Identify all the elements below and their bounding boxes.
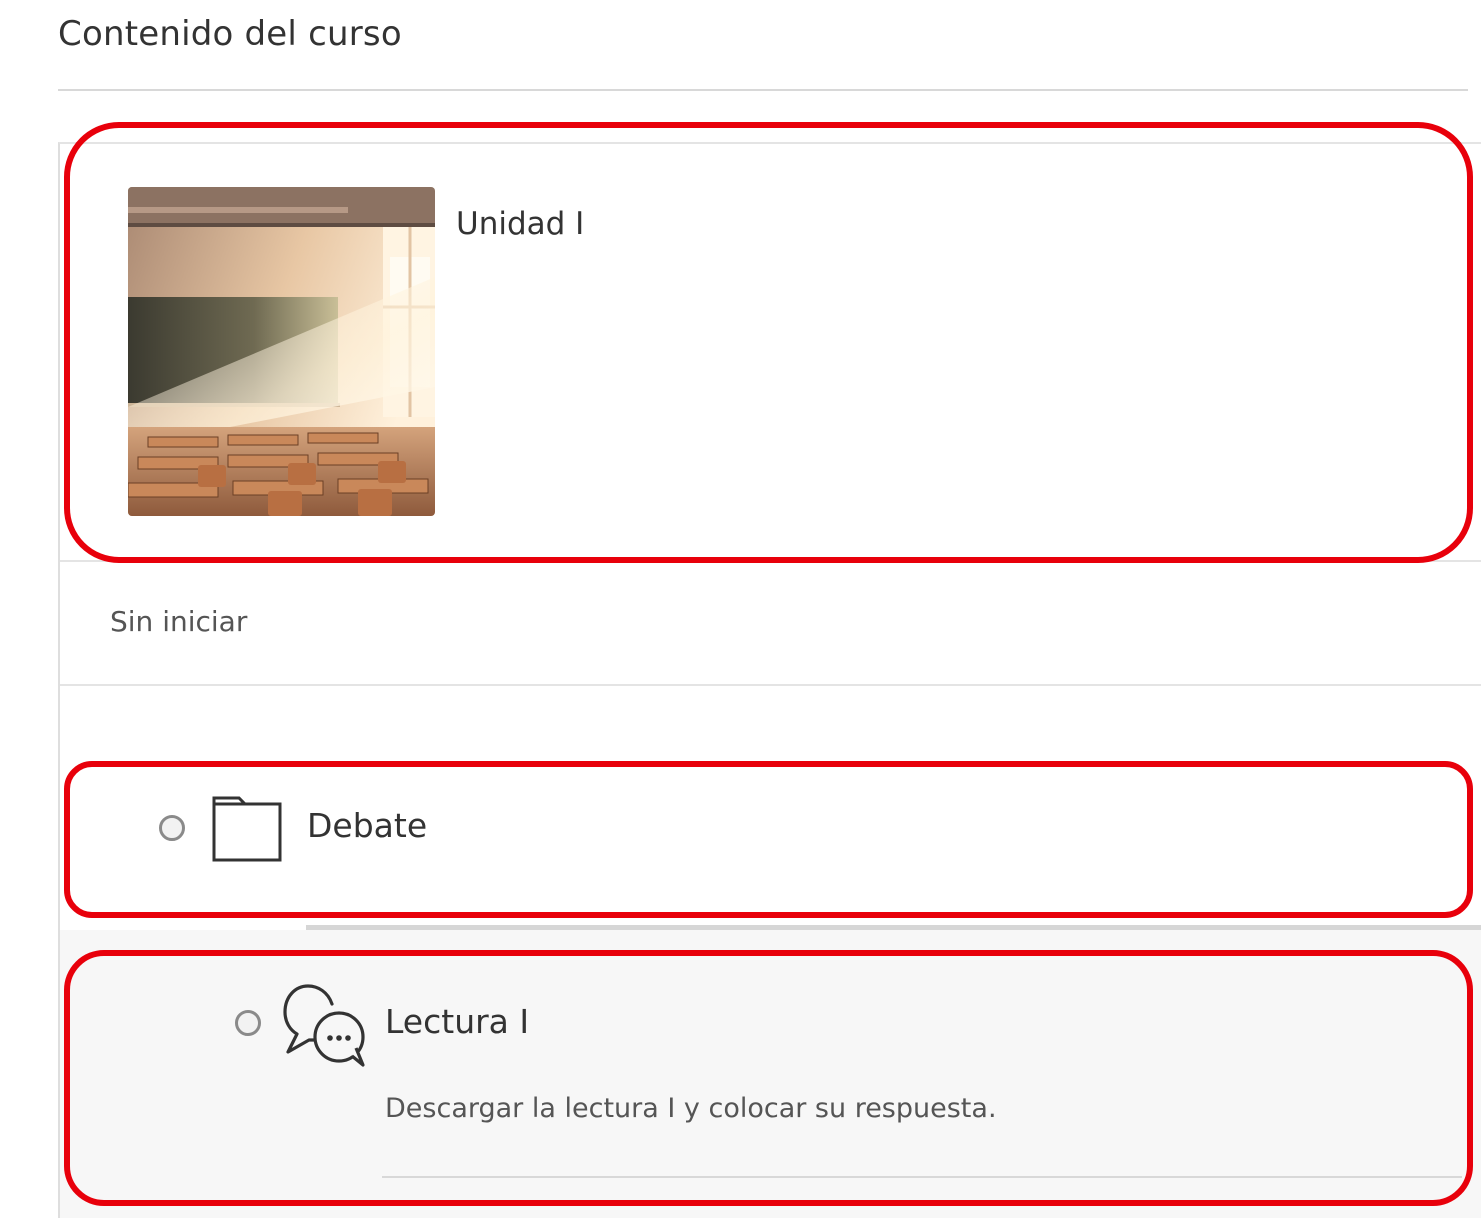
unit-thumbnail-image[interactable]	[128, 187, 435, 516]
folder-title[interactable]: Debate	[307, 806, 427, 845]
chat-bubbles-icon	[282, 982, 366, 1068]
completion-radio[interactable]	[159, 815, 185, 841]
discussion-description: Descargar la lectura I y colocar su resp…	[385, 1093, 997, 1124]
header-divider	[60, 560, 1481, 562]
discussion-title[interactable]: Lectura I	[385, 1002, 529, 1041]
unit-title[interactable]: Unidad I	[456, 206, 584, 242]
page-title: Contenido del curso	[58, 14, 402, 54]
completion-radio[interactable]	[235, 1010, 261, 1036]
title-divider	[58, 89, 1468, 91]
folder-icon	[211, 794, 283, 862]
status-divider	[60, 684, 1481, 686]
progress-status: Sin iniciar	[110, 605, 248, 638]
list-item-lectura[interactable]	[60, 930, 1481, 1218]
item-divider	[382, 1176, 1462, 1178]
